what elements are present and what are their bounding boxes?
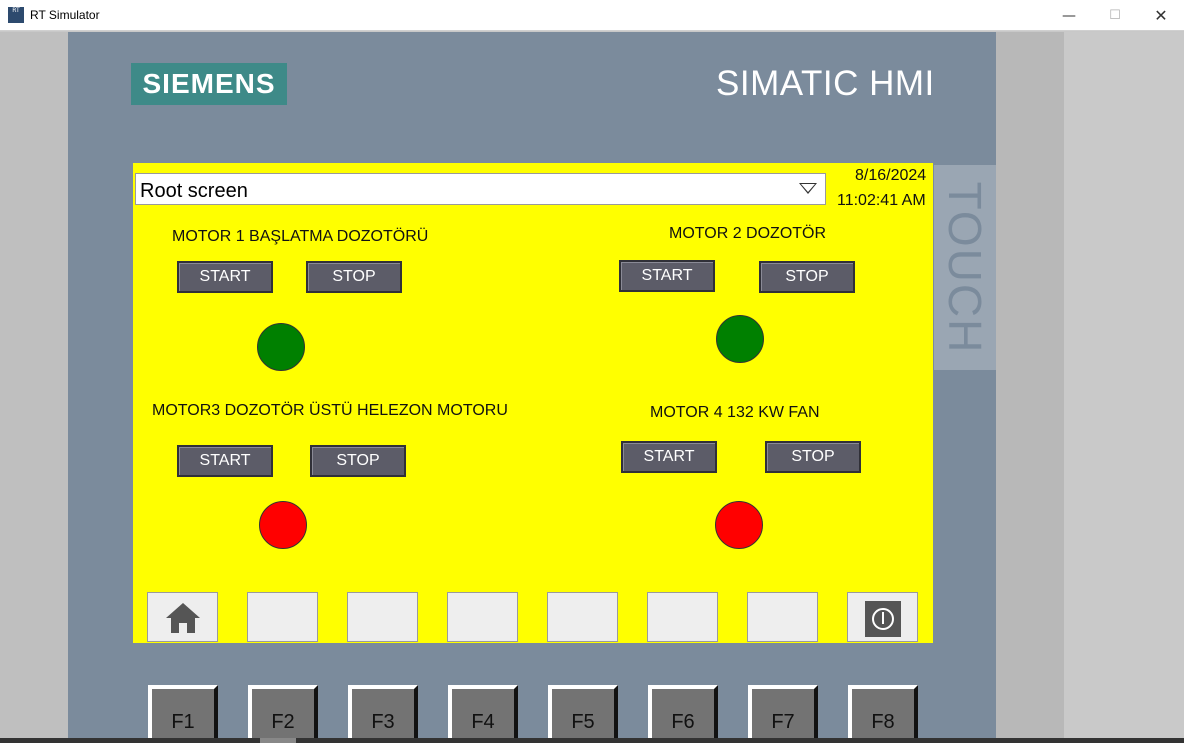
softkey-2[interactable] [247,592,318,642]
softkey-5[interactable] [547,592,618,642]
f7-key[interactable]: F7 [748,685,818,743]
window-titlebar: RT RT Simulator — ☐ ✕ [0,0,1184,31]
f4-key-label: F4 [471,711,495,733]
siemens-logo: SIEMENS [131,63,287,105]
motor-1-title: MOTOR 1 BAŞLATMA DOZOTÖRÜ [172,228,429,245]
product-label: SIMATIC HMI [716,64,935,103]
chevron-down-icon[interactable] [799,183,817,194]
motor-3-title: MOTOR3 DOZOTÖR ÜSTÜ HELEZON MOTORU [152,402,508,419]
f6-key[interactable]: F6 [648,685,718,743]
f1-key-label: F1 [171,711,195,733]
touch-label: TOUCH [934,165,996,370]
f3-key[interactable]: F3 [348,685,418,743]
softkey-6[interactable] [647,592,718,642]
f2-key[interactable]: F2 [248,685,318,743]
panel-left-rail [0,32,68,743]
hmi-screen: Root screen 8/16/2024 11:02:41 AM MOTOR … [133,163,933,643]
motor-3-start-button[interactable]: START [177,445,273,477]
softkey-3[interactable] [347,592,418,642]
f7-key-label: F7 [771,711,795,733]
f3-key-label: F3 [371,711,395,733]
motor-2-status-lamp [716,315,764,363]
f8-key[interactable]: F8 [848,685,918,743]
screen-selector[interactable]: Root screen [135,173,826,205]
motor-2-stop-button[interactable]: STOP [759,261,855,293]
motor-4-start-button[interactable]: START [621,441,717,473]
softkey-7[interactable] [747,592,818,642]
f6-key-label: F6 [671,711,695,733]
power-icon [865,601,901,637]
screen-selector-value: Root screen [140,180,248,202]
home-icon [166,603,200,633]
taskbar-edge [0,738,1184,743]
f5-key[interactable]: F5 [548,685,618,743]
scroll-thumb[interactable] [260,738,296,743]
motor-1-status-lamp [257,323,305,371]
touch-label-text: TOUCH [939,181,991,354]
motor-4-stop-button[interactable]: STOP [765,441,861,473]
motor-3-status-lamp [259,501,307,549]
close-button[interactable]: ✕ [1138,0,1184,31]
motor-2-start-button[interactable]: START [619,260,715,292]
f4-key[interactable]: F4 [448,685,518,743]
minimize-button[interactable]: — [1046,0,1092,31]
motor-1-start-button[interactable]: START [177,261,273,293]
panel-right-rail [996,32,1064,743]
motor-2-title: MOTOR 2 DOZOTÖR [669,225,827,242]
f8-key-label: F8 [871,711,895,733]
softkey-power[interactable] [847,592,918,642]
date-display: 8/16/2024 [855,167,927,184]
motor-4-title: MOTOR 4 132 KW FAN [650,404,820,421]
motor-3-stop-button[interactable]: STOP [310,445,406,477]
motor-1-stop-button[interactable]: STOP [306,261,402,293]
f5-key-label: F5 [571,711,595,733]
window-title: RT Simulator [30,8,100,22]
softkey-home[interactable] [147,592,218,642]
motor-4-status-lamp [715,501,763,549]
f1-key[interactable]: F1 [148,685,218,743]
app-icon: RT [8,7,24,23]
softkey-4[interactable] [447,592,518,642]
maximize-button[interactable]: ☐ [1092,0,1138,31]
time-display: 11:02:41 AM [837,192,926,209]
f2-key-label: F2 [271,711,295,733]
